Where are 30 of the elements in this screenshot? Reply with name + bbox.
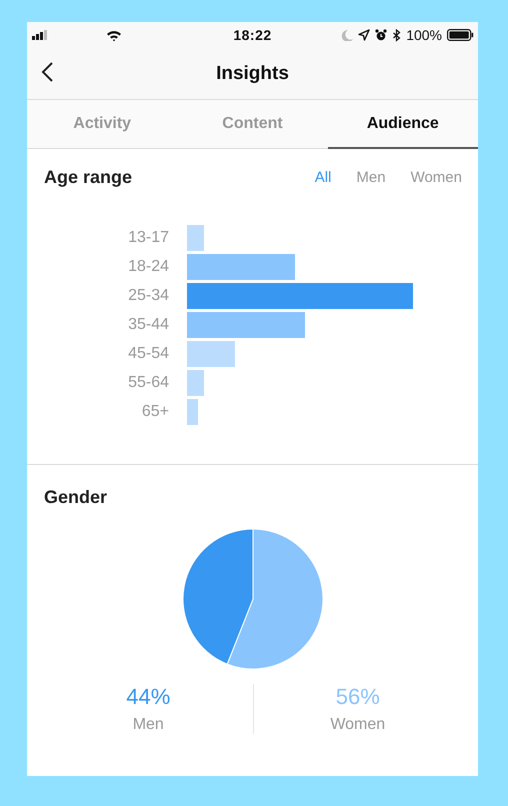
age-label: 65+ — [140, 403, 169, 421]
age-label: 35-44 — [127, 316, 169, 334]
battery-icon — [447, 29, 474, 41]
bluetooth-icon — [392, 28, 402, 42]
age-label: 55-64 — [127, 374, 169, 392]
tab[interactable]: Content — [177, 100, 328, 149]
percent-value: 44% — [126, 684, 170, 710]
percent-value: 56% — [336, 684, 380, 710]
age-label: 45-54 — [127, 345, 169, 363]
wifi-icon — [106, 28, 122, 42]
tab[interactable]: Audience — [328, 100, 478, 149]
moon-icon — [341, 29, 354, 41]
age-label: 25-34 — [127, 287, 169, 305]
location-icon — [358, 29, 370, 41]
back-icon[interactable] — [41, 61, 54, 83]
filter-tab[interactable]: Women — [386, 169, 462, 186]
filter-tab[interactable]: All — [290, 169, 332, 186]
clock-time: 18:22 — [233, 27, 272, 43]
screen-title: Insights — [215, 62, 290, 84]
battery-percent: 100% — [406, 27, 442, 43]
signal-icon — [31, 30, 48, 40]
filter-tab[interactable]: Men — [331, 169, 386, 186]
age-label: 13-17 — [127, 229, 169, 247]
age-label: 18-24 — [127, 258, 169, 276]
alarm-icon — [375, 29, 388, 41]
section-title: Gender — [44, 487, 108, 508]
tab[interactable]: Activity — [27, 100, 178, 149]
legend-label: Men — [132, 716, 164, 734]
section-title: Age range — [44, 167, 134, 188]
legend-label: Women — [330, 716, 386, 734]
